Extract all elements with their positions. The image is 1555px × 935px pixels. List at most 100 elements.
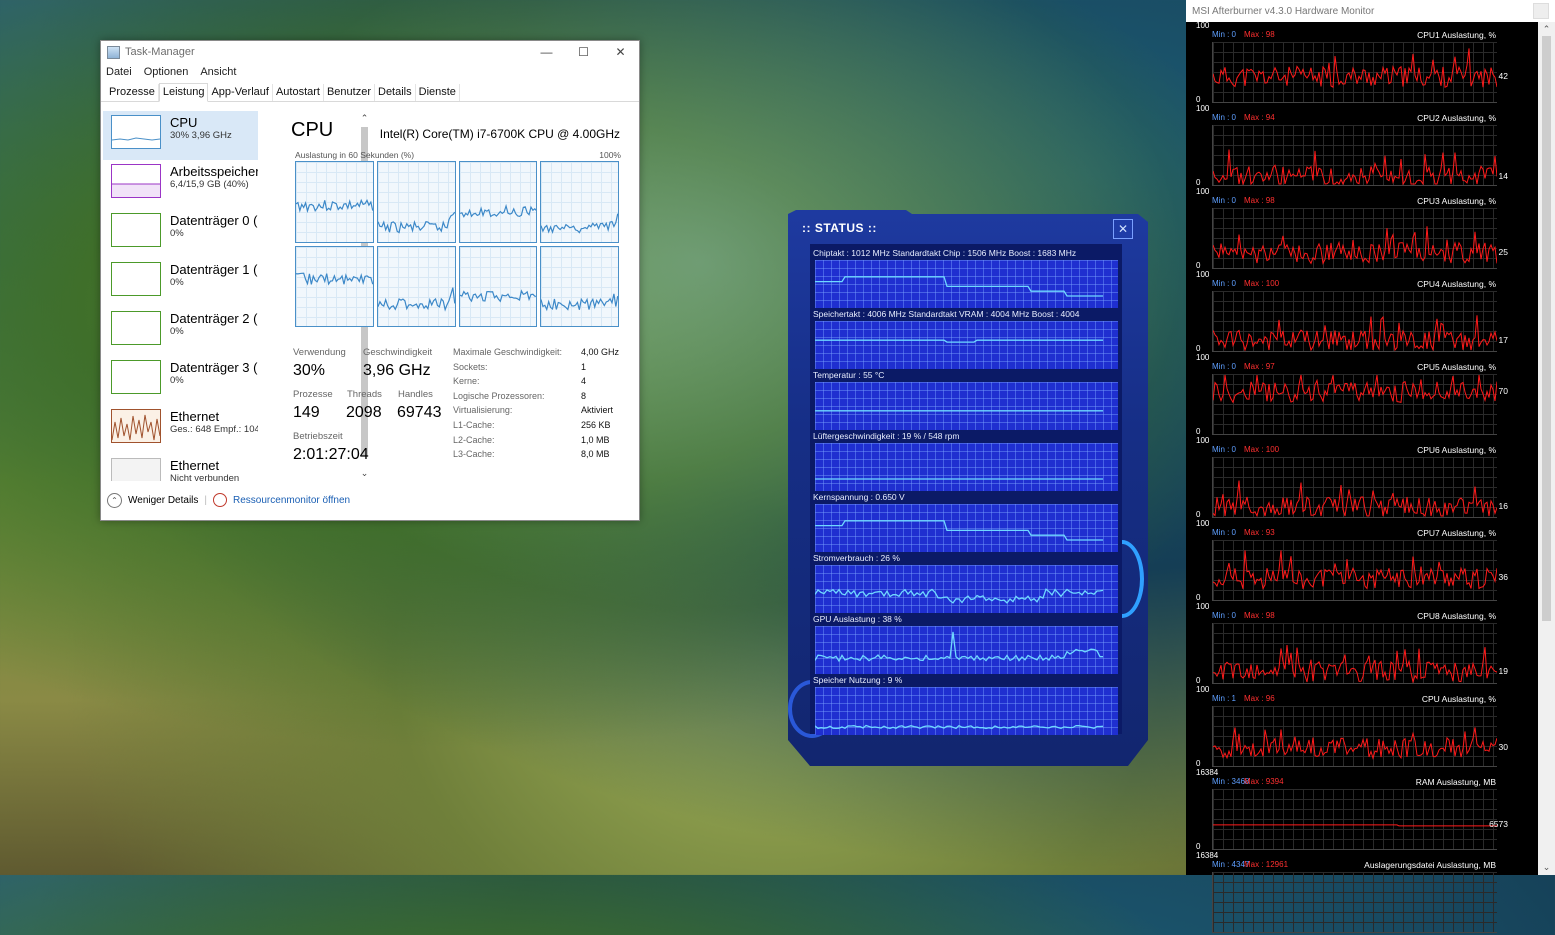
axis-max-label: 100 [1196, 104, 1210, 113]
status-graph [815, 565, 1118, 613]
sidebar-item-memory[interactable]: Arbeitsspeicher 6,4/15,9 GB (40%) [103, 160, 258, 209]
current-value: 30 [1498, 742, 1508, 752]
tab-details[interactable]: Details [375, 84, 416, 101]
tab-startup[interactable]: Autostart [273, 84, 324, 101]
threads-value: 2098 [346, 404, 382, 421]
maximize-button[interactable]: ☐ [565, 41, 602, 63]
title-bar[interactable]: MSI Afterburner v4.3.0 Hardware Monitor [1186, 0, 1555, 22]
monitor-panel: 100 Min : 1 Max : 96 CPU Auslastung, % 30 0 [1186, 685, 1538, 769]
close-button[interactable]: ✕ [602, 41, 639, 63]
axis-min-label: 0 [1196, 676, 1201, 685]
fewer-details-link[interactable]: Weniger Details [128, 495, 198, 506]
status-label: Temperatur : 55 °C [813, 370, 885, 380]
minimize-button[interactable]: — [528, 41, 565, 63]
status-graph [815, 687, 1118, 735]
monitor-scrollbar[interactable]: ⌃ ⌄ [1538, 22, 1555, 875]
chevron-up-icon[interactable]: ⌃ [1538, 24, 1555, 35]
status-row: Chiptakt : 1012 MHz Standardtakt Chip : … [810, 248, 1122, 308]
sidebar-item-sub: 0% [170, 228, 184, 239]
cpu-heading: CPU [291, 119, 334, 141]
tab-users[interactable]: Benutzer [324, 84, 375, 101]
usage-label: Verwendung [293, 347, 346, 358]
sensor-name: CPU5 Auslastung, % [1417, 362, 1496, 372]
max-value: Max : 12961 [1244, 860, 1289, 869]
monitor-panel: 100 Min : 0 Max : 98 CPU8 Auslastung, % 19 0 [1186, 602, 1538, 686]
resource-sidebar: CPU 30% 3,96 GHz Arbeitsspeicher 6,4/15,… [103, 111, 258, 481]
sidebar-item-sub: 0% [170, 277, 184, 288]
axis-min-label: 0 [1196, 593, 1201, 602]
axis-max-label: 100 [1196, 270, 1210, 279]
min-value: Min : 0 [1212, 196, 1237, 205]
status-title: :: STATUS :: [802, 221, 877, 235]
disk-thumbnail-graph [111, 360, 161, 394]
processes-value: 149 [293, 404, 320, 421]
current-value: 19 [1498, 666, 1508, 676]
sensor-name: CPU6 Auslastung, % [1417, 445, 1496, 455]
menu-options[interactable]: Optionen [144, 66, 189, 78]
title-bar[interactable]: Task-Manager — ☐ ✕ [101, 41, 639, 63]
sensor-name: CPU4 Auslastung, % [1417, 279, 1496, 289]
axis-max-label: 100 [1196, 602, 1210, 611]
chevron-down-icon[interactable]: ⌄ [1538, 862, 1555, 873]
chevron-down-icon[interactable]: ⌄ [359, 468, 370, 479]
handles-value: 69743 [397, 404, 442, 421]
max-value: Max : 100 [1244, 445, 1280, 454]
tab-performance[interactable]: Leistung [158, 83, 209, 102]
scrollbar-thumb[interactable] [1542, 36, 1551, 621]
detail-value: 8 [581, 390, 587, 401]
sensor-name: CPU3 Auslastung, % [1417, 196, 1496, 206]
tab-app-history[interactable]: App-Verlauf [208, 84, 273, 101]
sidebar-item-disk-0[interactable]: Datenträger 0 (C 0% [103, 209, 258, 258]
max-value: Max : 96 [1244, 694, 1275, 703]
sidebar-item-cpu[interactable]: CPU 30% 3,96 GHz [103, 111, 258, 160]
status-row: Temperatur : 55 °C [810, 370, 1122, 430]
max-value: Max : 98 [1244, 611, 1275, 620]
min-value: Min : 0 [1212, 611, 1237, 620]
sidebar-item-disk-3[interactable]: Datenträger 3 (H 0% [103, 356, 258, 405]
min-value: Min : 0 [1212, 528, 1237, 537]
min-value: Min : 0 [1212, 445, 1237, 454]
ethernet-thumbnail-graph [111, 458, 161, 481]
footer-divider: | [204, 494, 208, 506]
tab-processes[interactable]: Prozesse [106, 84, 159, 101]
close-button[interactable]: ✕ [1113, 219, 1133, 239]
sidebar-item-ethernet[interactable]: Ethernet Ges.: 648 Empf.: 104 [103, 405, 258, 454]
sidebar-item-disk-1[interactable]: Datenträger 1 (D 0% [103, 258, 258, 307]
gpu-status-gadget: :: STATUS :: ✕ Chiptakt : 1012 MHz Stand… [788, 210, 1148, 770]
menu-file[interactable]: Datei [106, 66, 132, 78]
chevron-up-icon[interactable]: ⌃ [359, 113, 370, 124]
sensor-name: CPU8 Auslastung, % [1417, 611, 1496, 621]
cpu-core-graph [376, 245, 456, 327]
open-resource-monitor-link[interactable]: Ressourcenmonitor öffnen [233, 495, 350, 506]
monitor-panel: 100 Min : 0 Max : 93 CPU7 Auslastung, % 36 0 [1186, 519, 1538, 603]
sensor-graph [1212, 623, 1497, 684]
disk-thumbnail-graph [111, 262, 161, 296]
detail-value: 8,0 MB [581, 449, 610, 460]
sidebar-item-disk-2[interactable]: Datenträger 2 (F 0% [103, 307, 258, 356]
window-button[interactable] [1533, 3, 1549, 19]
footer-bar: ⌃ Weniger Details | Ressourcenmonitor öf… [101, 480, 639, 520]
sensor-name: RAM Auslastung, MB [1415, 777, 1496, 787]
monitor-panel: 100 Min : 0 Max : 97 CPU5 Auslastung, % 70 0 [1186, 353, 1538, 437]
status-row: Lüftergeschwindigkeit : 19 % / 548 rpm [810, 431, 1122, 491]
status-graph [815, 626, 1118, 674]
menu-view[interactable]: Ansicht [200, 66, 236, 78]
status-label: Kernspannung : 0.650 V [813, 492, 905, 502]
sidebar-item-ethernet-2[interactable]: Ethernet Nicht verbunden [103, 454, 258, 481]
sidebar-item-sub: Ges.: 648 Empf.: 104 [170, 424, 258, 435]
axis-min-label: 0 [1196, 344, 1201, 353]
current-value: 6573 [1489, 819, 1508, 829]
tab-services[interactable]: Dienste [416, 84, 460, 101]
current-value: 42 [1498, 71, 1508, 81]
disk-thumbnail-graph [111, 213, 161, 247]
sensor-name: CPU2 Auslastung, % [1417, 113, 1496, 123]
axis-min-label: 0 [1196, 759, 1201, 768]
ethernet-thumbnail-graph [111, 409, 161, 443]
detail-key: L2-Cache: [453, 434, 495, 445]
detail-key: Sockets: [453, 361, 488, 372]
cpu-core-graph [295, 245, 374, 327]
sidebar-item-sub: 30% 3,96 GHz [170, 130, 232, 141]
chevron-up-icon[interactable]: ⌃ [107, 492, 122, 508]
current-value: 14 [1498, 171, 1508, 181]
speed-value: 3,96 GHz [363, 362, 431, 379]
